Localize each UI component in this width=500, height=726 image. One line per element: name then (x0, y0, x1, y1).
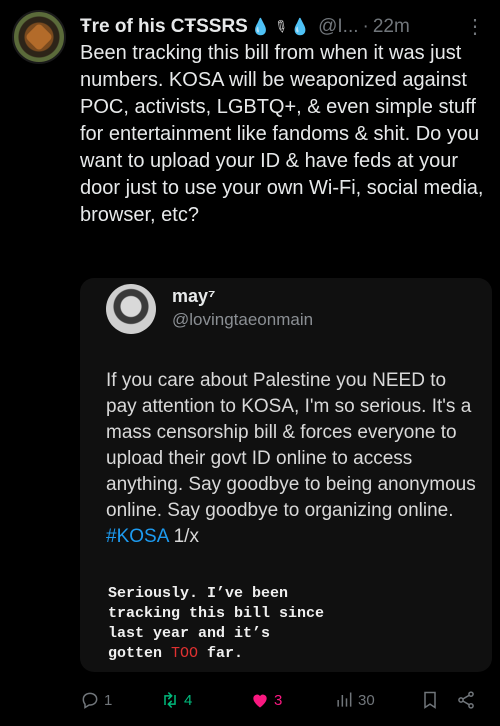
retweet-icon (164, 691, 176, 709)
like-count: 3 (274, 691, 283, 709)
tweet-header: Ŧre of his CŦSSRS 💧 ✎ 💧 @I... · 22m ⋮ (80, 14, 488, 40)
views-count: 30 (358, 691, 375, 709)
caption-part2: far. (198, 645, 244, 662)
bookmark-button[interactable] (420, 690, 440, 710)
quoted-avatar (106, 284, 156, 334)
action-bar: 1 4 3 30 (80, 686, 492, 714)
separator-dot: · (362, 16, 369, 37)
views-button[interactable]: 30 (334, 690, 375, 710)
views-icon (337, 692, 352, 707)
handle[interactable]: @I... (318, 16, 358, 38)
thread-count: 1/x (173, 526, 199, 547)
quoted-handle: @lovingtaeonmain (172, 310, 314, 329)
syringe-icon: ✎ (269, 16, 291, 39)
like-icon (253, 694, 267, 708)
author-avatar[interactable] (12, 10, 66, 64)
timestamp[interactable]: 22m (373, 16, 410, 38)
attached-image[interactable]: may⁷ @lovingtaeonmain If you care about … (80, 278, 492, 672)
retweet-count: 4 (184, 691, 193, 709)
water-drop-icon: 💧 (290, 19, 311, 36)
caption-emphasis: TOO (171, 645, 199, 662)
avatar-emblem (24, 22, 54, 52)
quoted-name: may⁷ (172, 286, 216, 306)
quoted-text-body: If you care about Palestine you NEED to … (106, 370, 476, 521)
hashtag-link: #KOSA (106, 526, 169, 547)
reply-button[interactable]: 1 (80, 690, 112, 710)
share-icon (458, 691, 474, 709)
display-name[interactable]: Ŧre of his CŦSSRS (80, 16, 248, 38)
image-caption: Seriously. I’ve been tracking this bill … (108, 584, 468, 664)
more-icon[interactable]: ⋮ (465, 14, 485, 39)
quoted-text: If you care about Palestine you NEED to … (106, 368, 478, 550)
retweet-button[interactable]: 4 (160, 690, 192, 710)
blood-drop-icon: 💧 (250, 19, 271, 36)
bookmark-icon (424, 691, 436, 709)
tweet-text: Been tracking this bill from when it was… (80, 42, 484, 226)
share-button[interactable] (456, 690, 476, 710)
like-button[interactable]: 3 (250, 690, 282, 710)
reply-icon (82, 692, 98, 709)
reply-count: 1 (104, 691, 113, 709)
